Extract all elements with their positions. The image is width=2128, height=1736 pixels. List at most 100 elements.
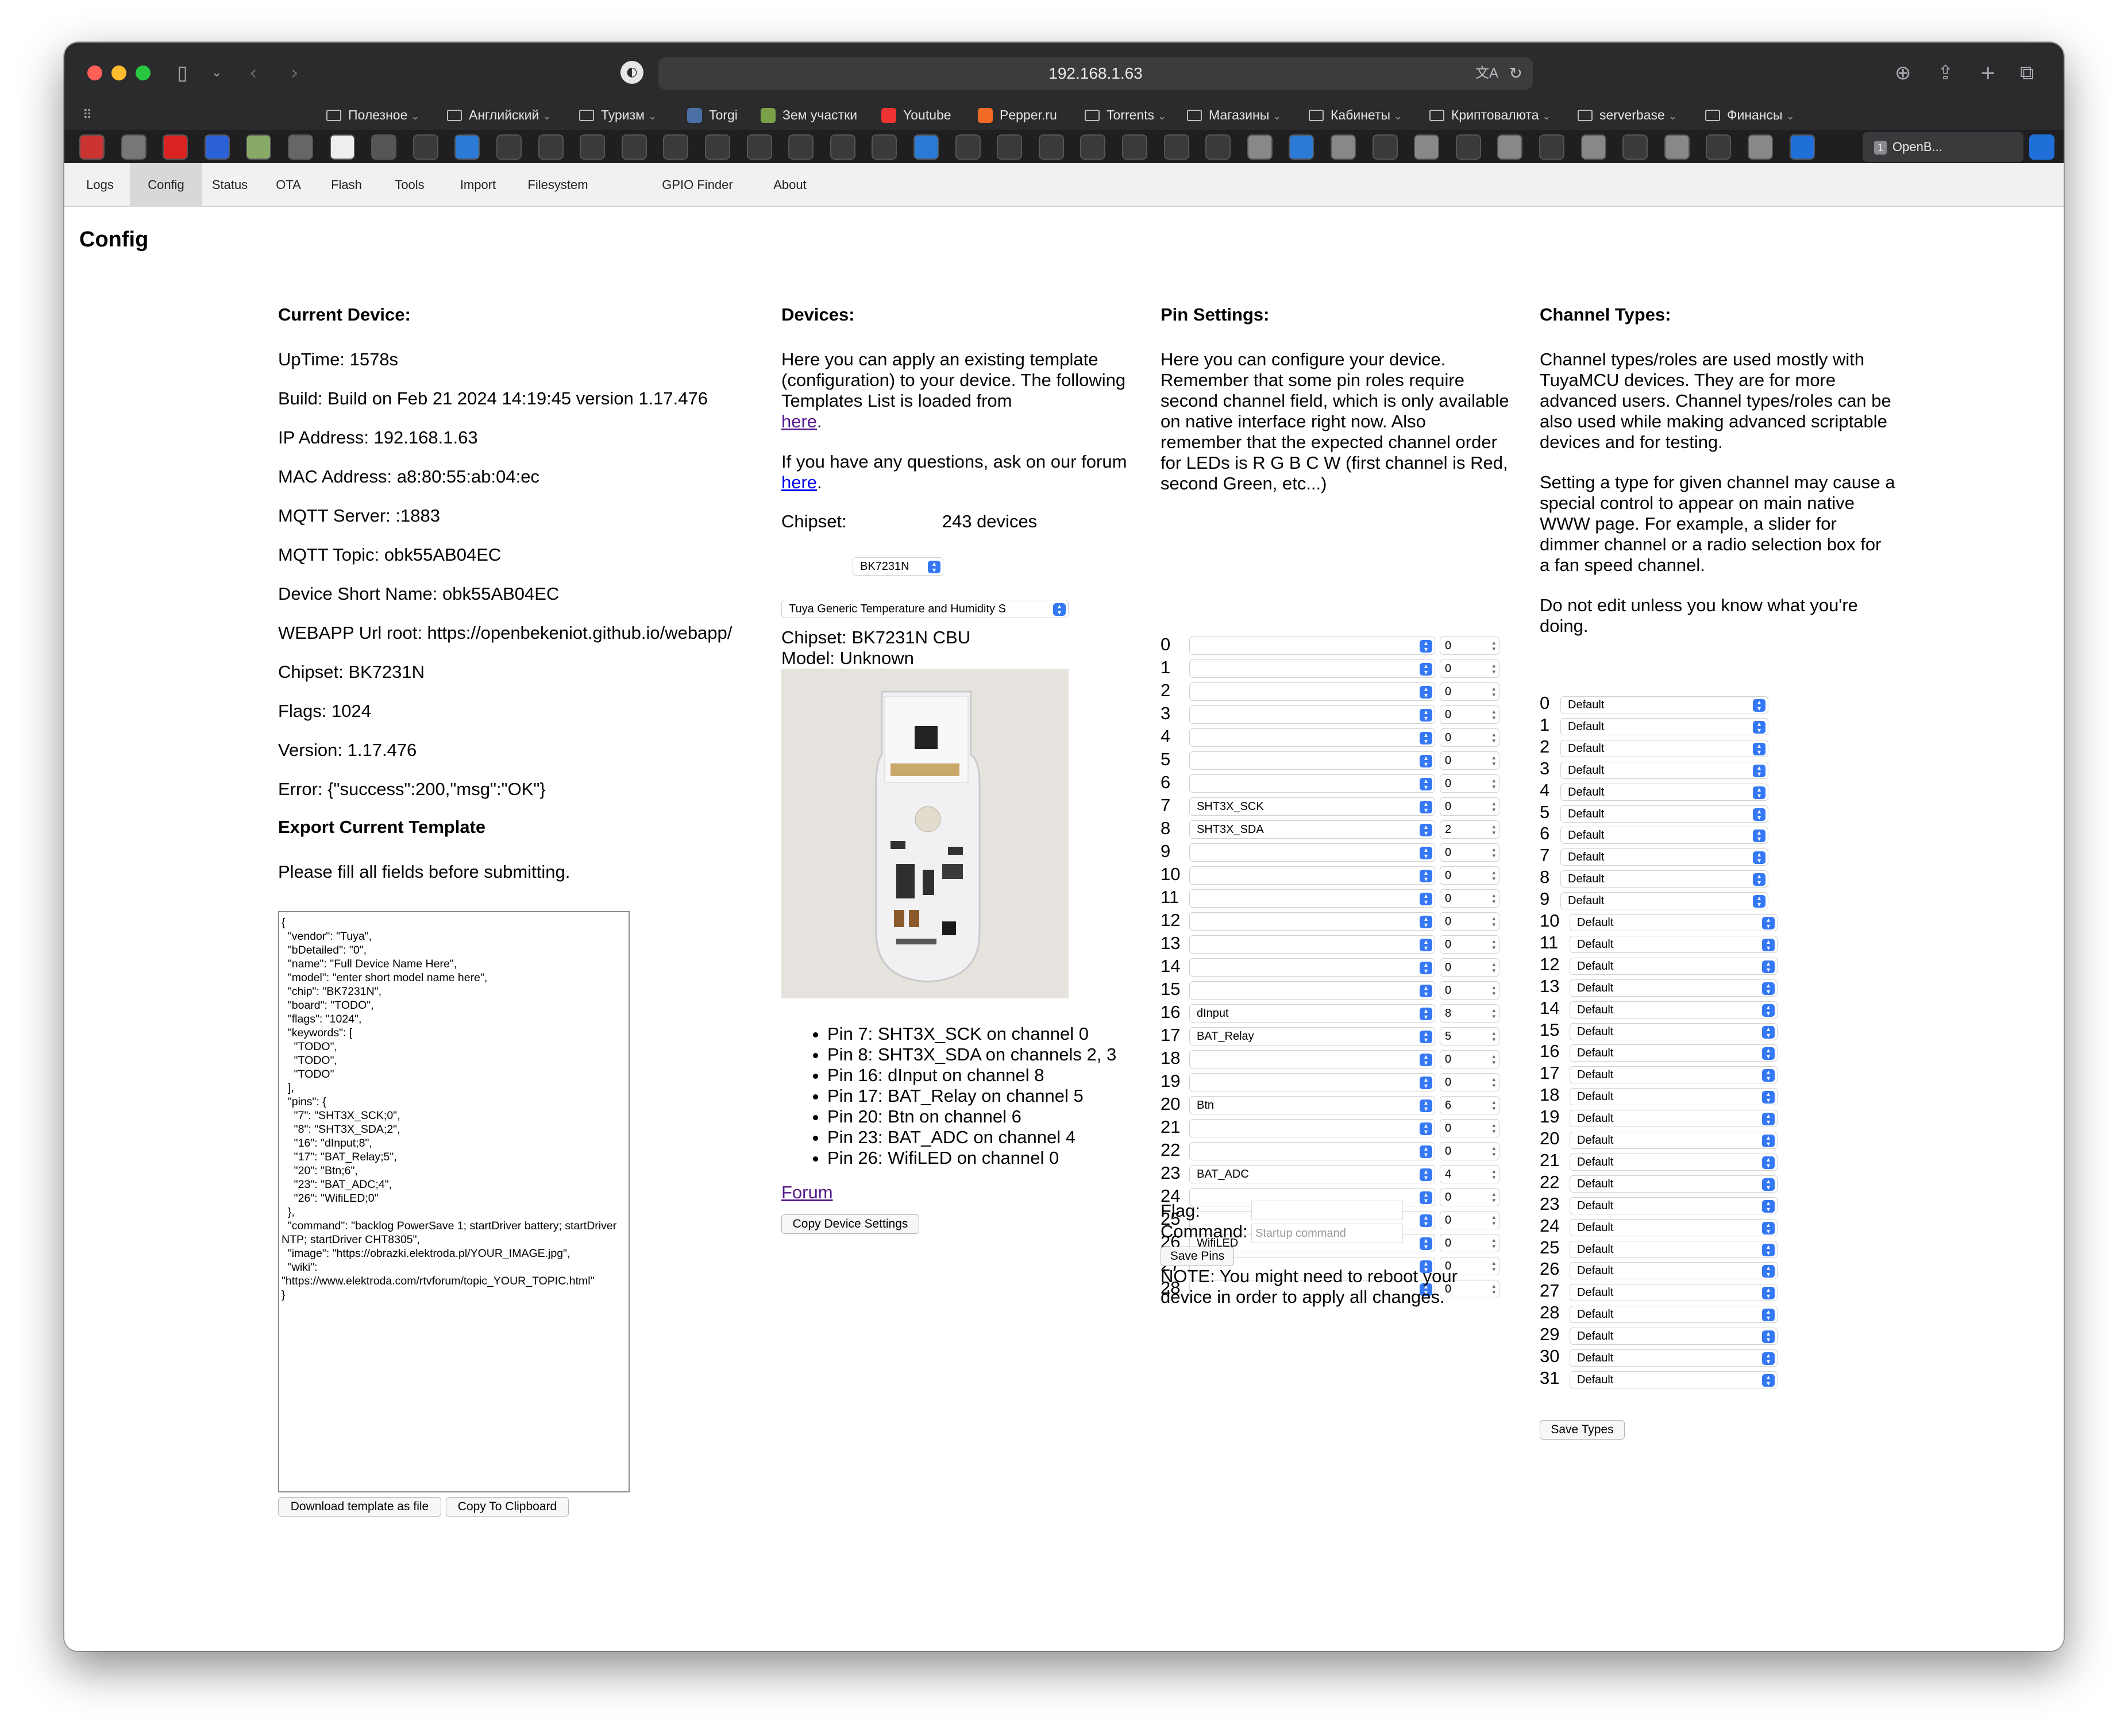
pin-channel-input[interactable]: 2 ▴ ▾: [1440, 820, 1499, 839]
pin-channel-input[interactable]: 0 ▴ ▾: [1440, 636, 1499, 655]
pin-channel-input[interactable]: 0 ▴ ▾: [1440, 659, 1499, 678]
pinned-tab-icon[interactable]: [246, 134, 272, 160]
pin-channel-input[interactable]: 0 ▴ ▾: [1440, 797, 1499, 816]
bookmark-12[interactable]: serverbase ⌄: [1578, 100, 1677, 130]
pin-role-select[interactable]: ▴ ▾: [1189, 1073, 1435, 1091]
pin-channel-input[interactable]: 8 ▴ ▾: [1440, 1004, 1499, 1023]
bookmark-2[interactable]: Английский ⌄: [447, 100, 551, 130]
nav-tab-gpio-finder[interactable]: GPIO Finder: [638, 163, 757, 207]
pin-channel-input[interactable]: 0 ▴ ▾: [1440, 682, 1499, 701]
pin-role-select[interactable]: BAT_Relay ▴ ▾: [1189, 1027, 1435, 1046]
bookmark-4[interactable]: Torgi: [687, 100, 738, 130]
pinned-tab-icon[interactable]: [1706, 134, 1732, 160]
pinned-tab-icon[interactable]: [329, 134, 355, 160]
channel-type-select[interactable]: Default ▴ ▾: [1560, 761, 1768, 779]
stepper-icon[interactable]: ▴ ▾: [1492, 777, 1495, 790]
channel-type-select[interactable]: Default ▴ ▾: [1570, 1066, 1778, 1084]
channel-type-select[interactable]: Default ▴ ▾: [1570, 1110, 1778, 1128]
stepper-icon[interactable]: ▴ ▾: [1492, 685, 1495, 698]
stepper-icon[interactable]: ▴ ▾: [1492, 1053, 1495, 1066]
channel-type-select[interactable]: Default ▴ ▾: [1570, 1197, 1778, 1214]
stepper-icon[interactable]: ▴ ▾: [1492, 754, 1495, 767]
stepper-icon[interactable]: ▴ ▾: [1492, 1007, 1495, 1020]
channel-type-select[interactable]: Default ▴ ▾: [1570, 1001, 1778, 1019]
pin-channel-input[interactable]: 4 ▴ ▾: [1440, 1165, 1499, 1183]
pinned-tab-icon[interactable]: [163, 134, 188, 160]
pin-role-select[interactable]: ▴ ▾: [1189, 751, 1435, 770]
save-pins-button[interactable]: Save Pins: [1161, 1247, 1234, 1266]
nav-tab-filesystem[interactable]: Filesystem: [512, 163, 603, 207]
pin-role-select[interactable]: ▴ ▾: [1189, 866, 1435, 885]
pinned-tab-icon[interactable]: [79, 134, 105, 160]
pinned-tab-icon[interactable]: [705, 134, 730, 160]
stepper-icon[interactable]: ▴ ▾: [1492, 639, 1495, 652]
chevron-down-icon[interactable]: ⌄: [211, 60, 222, 86]
pin-channel-input[interactable]: 0 ▴ ▾: [1440, 889, 1499, 908]
back-icon[interactable]: ‹: [249, 60, 257, 86]
reload-icon[interactable]: ↻: [1509, 57, 1522, 90]
pin-channel-input[interactable]: 5 ▴ ▾: [1440, 1027, 1499, 1046]
pinned-tab-icon[interactable]: [454, 134, 480, 160]
bookmark-9[interactable]: Магазины ⌄: [1187, 100, 1281, 130]
copy-to-clipboard-button[interactable]: Copy To Clipboard: [446, 1497, 569, 1517]
pin-role-select[interactable]: ▴ ▾: [1189, 1050, 1435, 1068]
stepper-icon[interactable]: ▴ ▾: [1492, 1030, 1495, 1043]
channel-type-select[interactable]: Default ▴ ▾: [1560, 739, 1768, 757]
pinned-tab-icon[interactable]: [872, 134, 897, 160]
pin-channel-input[interactable]: 0 ▴ ▾: [1440, 1050, 1499, 1068]
templates-list-link[interactable]: here: [781, 411, 817, 431]
pinned-tab-icon[interactable]: [788, 134, 814, 160]
stepper-icon[interactable]: ▴ ▾: [1492, 731, 1495, 744]
pinned-tab-icon[interactable]: [1455, 134, 1481, 160]
bookmark-6[interactable]: Youtube: [881, 100, 951, 130]
pinned-tab-icon[interactable]: [1163, 134, 1189, 160]
pinned-tab-icon[interactable]: [580, 134, 606, 160]
channel-type-select[interactable]: Default ▴ ▾: [1570, 1088, 1778, 1106]
pinned-tab-icon[interactable]: [955, 134, 981, 160]
pin-channel-input[interactable]: 6 ▴ ▾: [1440, 1096, 1499, 1114]
stepper-icon[interactable]: ▴ ▾: [1492, 662, 1495, 675]
pin-channel-input[interactable]: 0 ▴ ▾: [1440, 705, 1499, 724]
pin-role-select[interactable]: dInput ▴ ▾: [1189, 1004, 1435, 1023]
channel-type-select[interactable]: Default ▴ ▾: [1570, 1153, 1778, 1171]
pinned-tab-icon[interactable]: [1122, 134, 1147, 160]
sidebar-icon[interactable]: ▯: [177, 60, 188, 86]
address-bar[interactable]: 192.168.1.63 文A ↻: [658, 57, 1533, 90]
channel-type-select[interactable]: Default ▴ ▾: [1560, 827, 1768, 844]
channel-type-select[interactable]: Default ▴ ▾: [1560, 870, 1768, 888]
pin-role-select[interactable]: ▴ ▾: [1189, 682, 1435, 701]
pinned-tab-icon[interactable]: [830, 134, 855, 160]
zoom-window-button[interactable]: [136, 65, 151, 80]
pinned-tab-icon[interactable]: [1664, 134, 1690, 160]
stepper-icon[interactable]: ▴ ▾: [1492, 984, 1495, 997]
pin-channel-input[interactable]: 0 ▴ ▾: [1440, 1188, 1499, 1206]
stepper-icon[interactable]: ▴ ▾: [1492, 1145, 1495, 1158]
stepper-icon[interactable]: ▴ ▾: [1492, 1122, 1495, 1135]
stepper-icon[interactable]: ▴ ▾: [1492, 846, 1495, 859]
bookmark-1[interactable]: Полезное ⌄: [326, 100, 419, 130]
grid-icon[interactable]: ⠿: [83, 102, 92, 129]
stepper-icon[interactable]: ▴ ▾: [1492, 869, 1495, 882]
pin-role-select[interactable]: SHT3X_SDA ▴ ▾: [1189, 820, 1435, 839]
pinned-tab-icon[interactable]: [2029, 134, 2054, 160]
pin-channel-input[interactable]: 0 ▴ ▾: [1440, 751, 1499, 770]
channel-type-select[interactable]: Default ▴ ▾: [1570, 1371, 1778, 1388]
pin-role-select[interactable]: Btn ▴ ▾: [1189, 1096, 1435, 1114]
template-textarea[interactable]: { "vendor": "Tuya", "bDetailed": "0", "n…: [278, 911, 630, 1492]
pinned-tab-icon[interactable]: [1247, 134, 1273, 160]
tab-openbeken[interactable]: 1 OpenB...: [1863, 132, 2023, 162]
template-select[interactable]: Tuya Generic Temperature and Humidity S ▴…: [781, 600, 1069, 618]
pin-role-select[interactable]: ▴ ▾: [1189, 659, 1435, 678]
pinned-tab-icon[interactable]: [1038, 134, 1064, 160]
pin-channel-input[interactable]: 0 ▴ ▾: [1440, 981, 1499, 1000]
channel-type-select[interactable]: Default ▴ ▾: [1570, 979, 1778, 997]
pin-channel-input[interactable]: 0 ▴ ▾: [1440, 1234, 1499, 1252]
pinned-tab-icon[interactable]: [1622, 134, 1648, 160]
channel-type-select[interactable]: Default ▴ ▾: [1570, 1044, 1778, 1062]
nav-tab-logs[interactable]: Logs: [77, 163, 123, 207]
pin-channel-input[interactable]: 0 ▴ ▾: [1440, 958, 1499, 977]
pinned-tab-icon[interactable]: [121, 134, 147, 160]
pinned-tab-icon[interactable]: [1372, 134, 1398, 160]
pin-channel-input[interactable]: 0 ▴ ▾: [1440, 1142, 1499, 1160]
pin-role-select[interactable]: ▴ ▾: [1189, 1142, 1435, 1160]
